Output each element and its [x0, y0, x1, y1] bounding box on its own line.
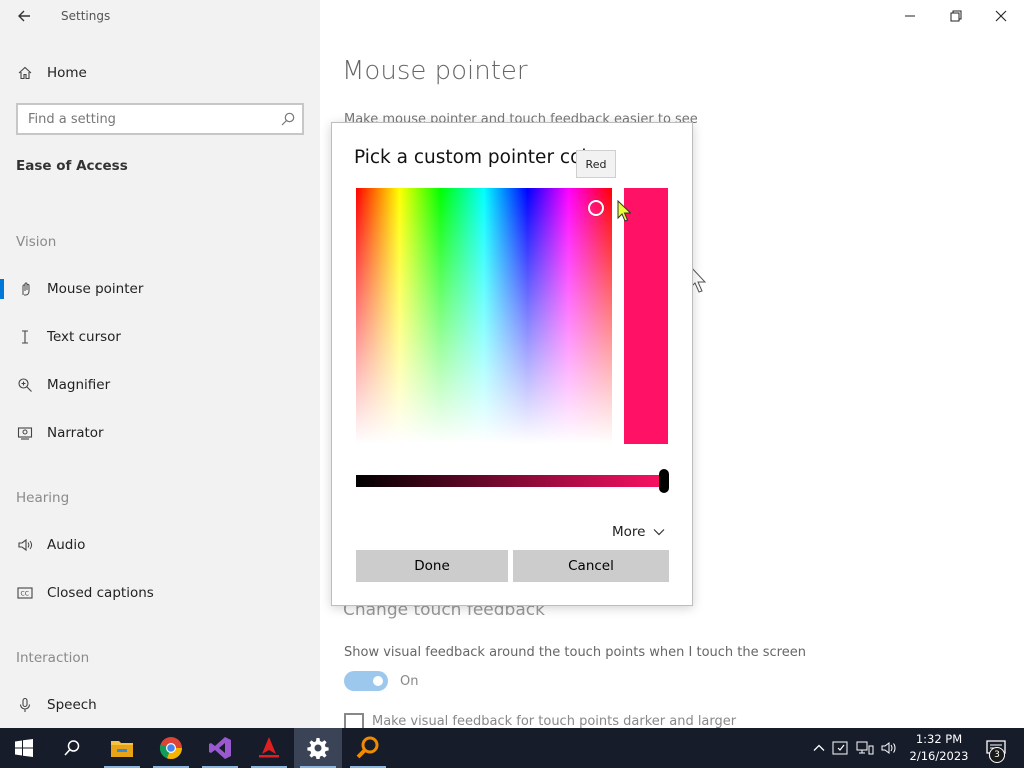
magnifier-icon	[16, 376, 34, 394]
color-picker-dialog: Pick a custom pointer color More Done Ca…	[331, 122, 693, 606]
nav-item-mouse-pointer[interactable]: Mouse pointer	[0, 269, 320, 309]
taskbar-app-visual-studio[interactable]	[196, 728, 244, 768]
page-title: Mouse pointer	[342, 56, 528, 86]
touch-feedback-toggle[interactable]	[344, 671, 388, 691]
file-explorer-icon	[111, 741, 133, 757]
color-selector-ring[interactable]	[588, 200, 604, 216]
search-input[interactable]	[18, 105, 278, 133]
nav-item-label: Magnifier	[47, 377, 111, 393]
minimize-icon	[905, 15, 915, 17]
taskbar-app-file-explorer[interactable]	[98, 728, 146, 768]
minimize-button[interactable]	[892, 0, 928, 32]
nav-item-label: Closed captions	[47, 585, 154, 601]
done-button[interactable]: Done	[356, 550, 508, 582]
chrome-icon	[159, 737, 183, 760]
red-arrow-app-icon	[259, 737, 279, 758]
nav-home[interactable]: Home	[0, 53, 320, 93]
taskbar-search-button[interactable]	[48, 728, 96, 768]
chevron-down-icon	[654, 529, 665, 536]
brightness-slider[interactable]	[356, 475, 668, 487]
taskbar: 1:32 PM 2/16/2023	[0, 728, 1024, 768]
mouse-pointer-icon	[16, 280, 34, 298]
taskbar-clock[interactable]: 1:32 PM 2/16/2023	[906, 731, 972, 765]
group-vision: Vision	[16, 234, 57, 250]
nav-item-label: Audio	[47, 537, 86, 553]
nav-item-audio[interactable]: Audio	[0, 525, 320, 565]
nav-item-speech[interactable]: Speech	[0, 685, 320, 725]
toggle-knob	[373, 676, 383, 686]
restore-icon	[950, 10, 962, 22]
close-button[interactable]	[983, 0, 1019, 32]
group-interaction: Interaction	[16, 650, 90, 666]
app-title: Settings	[61, 9, 111, 23]
search-icon	[64, 740, 80, 756]
navigation-pane: Settings Home Ease of Access Vision Mous…	[0, 0, 320, 728]
brightness-slider-thumb[interactable]	[659, 469, 669, 493]
notification-count-badge: 3	[989, 747, 1005, 763]
color-name-tooltip: Red	[576, 150, 616, 178]
back-arrow-icon	[18, 10, 30, 22]
text-cursor-icon	[16, 328, 34, 346]
chevron-up-icon[interactable]	[812, 741, 826, 755]
home-icon	[16, 64, 34, 82]
svg-text:CC: CC	[21, 591, 29, 598]
clock-time: 1:32 PM	[915, 732, 963, 746]
closed-captions-icon: CC	[16, 584, 34, 602]
visual-studio-icon	[209, 737, 231, 759]
nav-item-label: Mouse pointer	[47, 281, 144, 297]
nav-item-magnifier[interactable]: Magnifier	[0, 365, 320, 405]
system-tray	[812, 728, 898, 768]
search-icon[interactable]	[280, 111, 296, 127]
clock-date: 2/16/2023	[909, 749, 969, 763]
volume-icon[interactable]	[880, 740, 898, 756]
color-spectrum[interactable]	[356, 188, 612, 444]
taskbar-app-settings[interactable]	[294, 728, 342, 768]
search-box[interactable]	[16, 103, 304, 135]
toggle-state-label: On	[400, 674, 419, 689]
color-preview	[624, 188, 668, 444]
microphone-icon	[16, 696, 34, 714]
nav-home-label: Home	[47, 65, 87, 81]
more-toggle[interactable]: More	[612, 524, 665, 540]
start-icon	[15, 739, 33, 757]
start-button[interactable]	[0, 728, 48, 768]
darker-feedback-label: Make visual feedback for touch points da…	[372, 714, 737, 729]
nav-item-text-cursor[interactable]: Text cursor	[0, 317, 320, 357]
cancel-button[interactable]: Cancel	[513, 550, 669, 582]
narrator-icon	[16, 424, 34, 442]
back-button[interactable]	[8, 2, 40, 30]
mouse-cursor-icon	[617, 200, 631, 222]
magnifier-app-icon	[356, 736, 379, 759]
nav-item-label: Narrator	[47, 425, 104, 441]
settings-gear-icon	[307, 738, 329, 759]
taskbar-app-magnifier[interactable]	[344, 728, 392, 768]
taskbar-app-chrome[interactable]	[147, 728, 195, 768]
touch-feedback-description: Show visual feedback around the touch po…	[344, 645, 806, 660]
nav-item-closed-captions[interactable]: CC Closed captions	[0, 573, 320, 613]
nav-item-label: Text cursor	[47, 329, 121, 345]
audio-icon	[16, 536, 34, 554]
dialog-title: Pick a custom pointer color	[354, 147, 606, 168]
nav-item-label: Speech	[47, 697, 97, 713]
security-icon[interactable]	[832, 740, 850, 756]
section-title: Ease of Access	[16, 158, 128, 174]
close-icon	[995, 10, 1007, 22]
restore-button[interactable]	[938, 0, 974, 32]
group-hearing: Hearing	[16, 490, 70, 506]
more-label: More	[612, 524, 646, 540]
nav-item-narrator[interactable]: Narrator	[0, 413, 320, 453]
network-icon[interactable]	[856, 740, 874, 756]
taskbar-app-red-arrow[interactable]	[245, 728, 293, 768]
